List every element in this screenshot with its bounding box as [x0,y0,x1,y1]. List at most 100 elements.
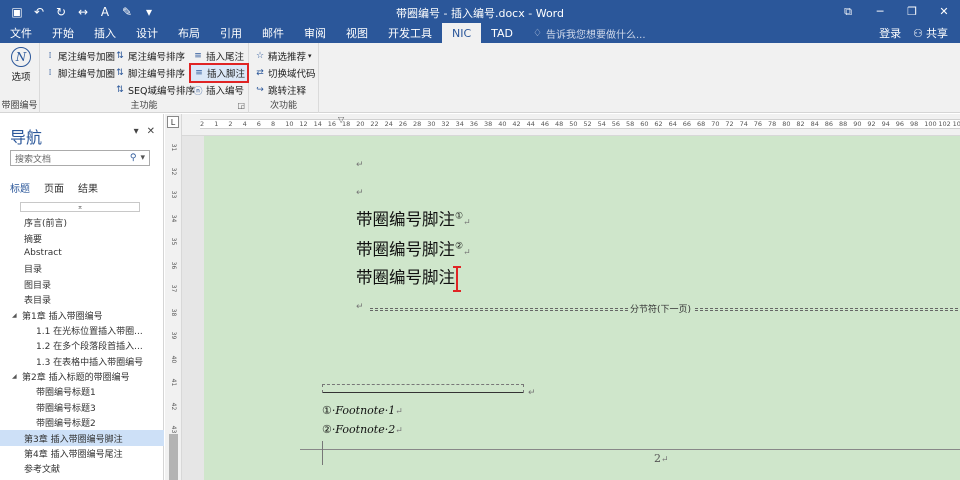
tab-home[interactable]: 开始 [42,23,84,43]
nav-heading-item[interactable]: 带圈编号标题2 [0,415,164,430]
person-icon: ⚇ [913,26,923,40]
nav-heading-item[interactable]: ◢ 第2章 插入标题的带圈编号 [0,369,164,384]
ribbon-display-options-icon[interactable]: ⧉ [832,0,864,23]
ruler-tick-label: 39 [170,331,177,340]
nav-heading-item[interactable]: 第3章 插入带圈编号脚注 [0,430,164,446]
ruler-tick-label: 58 [626,120,635,128]
customize-icon[interactable]: ▾ [138,0,160,23]
ribbon: N 选项 带圈编号 ⁞ 尾注编号加圈 ⁞ 脚注编号加圈 ⇅ 尾注编号排序 ⇅ 脚… [0,43,960,113]
endnote-sort-button[interactable]: ⇅ 尾注编号排序 [114,48,185,64]
tab-tad[interactable]: TAD [481,23,523,43]
nav-heading-item[interactable]: 1.2 在多个段落段首插入... [0,338,164,353]
toggle-field-code-button[interactable]: ⇄ 切换域代码 [254,65,316,81]
nav-heading-item[interactable]: 摘要 [0,230,164,245]
jump-note-button[interactable]: ↪ 跳转注释 [254,82,306,98]
nav-heading-label: Abstract [24,248,62,259]
toggle-field-code-label: 切换域代码 [268,69,316,80]
ruler-tick-label: 22 [370,120,379,128]
nav-heading-item[interactable]: ◢ 第1章 插入带圈编号 [0,307,164,322]
nav-heading-label: 第3章 插入带圈编号脚注 [24,434,123,445]
minimize-icon[interactable]: ─ [864,0,896,23]
save-icon[interactable]: ▣ [6,0,28,23]
signin-link[interactable]: 登录 [879,25,901,41]
nav-heading-item[interactable]: 表目录 [0,292,164,307]
search-dropdown-icon[interactable]: ▾ [140,153,145,163]
paragraph-mark: ↵ [661,455,669,465]
nav-heading-item[interactable]: 序言(前言) [0,215,164,230]
tab-mailings[interactable]: 邮件 [252,23,294,43]
ruler-tick-label: 41 [170,378,177,387]
nav-tab-pages[interactable]: 页面 [44,180,64,195]
tab-view[interactable]: 视图 [336,23,378,43]
text-box-icon[interactable]: A [94,0,116,23]
restore-icon[interactable]: ❐ [896,0,928,23]
tab-file[interactable]: 文件 [0,23,42,43]
featured-label: 精选推荐 [268,52,307,63]
nav-heading-label: 1.2 在多个段落段首插入... [36,342,143,353]
tab-nic[interactable]: NIC [442,23,482,43]
tab-review[interactable]: 审阅 [294,23,336,43]
insert-footnote-button[interactable]: ≡ 插入脚注 [188,63,250,83]
group-label-circled: 带圈编号 [1,101,38,111]
nav-heading-label: 带圈编号标题1 [36,388,96,399]
tab-insert[interactable]: 插入 [84,23,126,43]
nav-heading-item[interactable]: 带圈编号标题3 [0,400,164,415]
nav-heading-item[interactable]: 第4章 插入带圈编号尾注 [0,446,164,461]
share-button[interactable]: ⚇ 共享 [913,25,948,41]
seq-sort-button[interactable]: ⇅ SEQ域编号排序 [114,82,195,98]
featured-button[interactable]: ☆ 精选推荐 ▾ [254,48,312,64]
nav-heading-item[interactable]: 1.1 在光标位置插入带圈... [0,323,164,338]
nav-heading-item[interactable]: 目录 [0,261,164,276]
insert-number-label: 插入编号 [206,86,245,97]
nav-close-icon[interactable]: ✕ [147,126,155,137]
tell-me-box[interactable]: ♢ 告诉我您想要做什么... [523,23,646,43]
footnote-sort-button[interactable]: ⇅ 脚注编号排序 [114,65,185,81]
search-icon[interactable]: ⚲ [130,153,137,163]
nav-search-input[interactable]: 搜索文档 ⚲ ▾ [10,150,150,166]
nav-tab-headings[interactable]: 标题 [10,180,30,195]
sort-icon: ⇅ [116,51,124,61]
ruler-tick-label: 36 [469,120,479,128]
expand-triangle-icon[interactable]: ◢ [12,312,22,319]
insert-endnote-label: 插入尾注 [206,52,245,63]
indent-marker-icon[interactable]: ▽ [338,115,344,124]
tab-developer[interactable]: 开发工具 [378,23,442,43]
jump-icon: ↪ [256,85,264,95]
tab-references[interactable]: 引用 [210,23,252,43]
nav-tab-results[interactable]: 结果 [78,180,98,195]
tab-selector[interactable]: L [167,116,179,128]
close-icon[interactable]: ✕ [928,0,960,23]
ruler-tick-label: 94 [881,120,890,128]
paragraph-mark: ↵ [395,407,403,417]
options-button[interactable]: N 选项 [6,47,36,83]
line-text: 带圈编号脚注 [356,210,455,229]
redo-icon[interactable]: ↻ [50,0,72,23]
nav-heading-item[interactable]: 参考文献 [0,461,164,476]
nav-menu-icon[interactable]: ▾ [134,126,139,137]
nav-heading-label: 1.1 在光标位置插入带圈... [36,326,143,337]
ruler-tick-label: 38 [484,120,493,128]
footnote-ref: ② [455,241,464,252]
tab-design[interactable]: 设计 [126,23,168,43]
nav-heading-item[interactable]: 图目录 [0,277,164,292]
tab-layout[interactable]: 布局 [168,23,210,43]
ruler-tick-label: 56 [611,120,621,128]
width-icon[interactable]: ↔ [72,0,94,23]
nav-heading-item[interactable]: 1.3 在表格中插入带圈编号 [0,354,164,369]
dialog-launcher-icon[interactable]: ◲ [237,101,245,110]
expand-triangle-icon[interactable]: ◢ [12,373,22,380]
ribbon-tabs: 文件 开始 插入 设计 布局 引用 邮件 审阅 视图 开发工具 NIC TAD … [0,23,960,43]
endnote-circle-button[interactable]: ⁞ 尾注编号加圈 [44,48,115,64]
sort-icon: ⇅ [116,68,124,78]
collapse-all-bar[interactable]: ⌅ [20,202,140,212]
insert-endnote-button[interactable]: ≡ 插入尾注 [192,48,244,64]
footnote-circle-button[interactable]: ⁞ 脚注编号加圈 [44,65,115,81]
brush-icon[interactable]: ✎ [116,0,138,23]
insert-number-button[interactable]: ⓝ 插入编号 [192,82,244,98]
page[interactable]: ↵ ↵ 带圈编号脚注①↵ 带圈编号脚注②↵ 带圈编号脚注 ↵ 分节符(下一页) … [204,136,960,480]
nav-heading-item[interactable]: Abstract [0,246,164,261]
footnote-circle-label: 脚注编号加圈 [58,69,116,80]
swap-icon: ⇄ [256,68,264,78]
nav-heading-item[interactable]: 带圈编号标题1 [0,384,164,399]
undo-icon[interactable]: ↶ [28,0,50,23]
